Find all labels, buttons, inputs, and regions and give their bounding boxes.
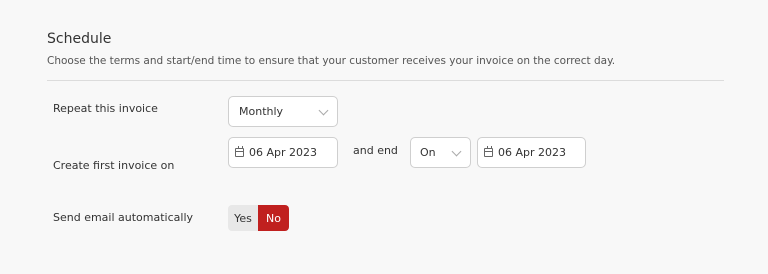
send-email-yes-button[interactable]: Yes (228, 205, 258, 231)
chevron-down-icon (318, 105, 329, 116)
end-date-value: 06 Apr 2023 (498, 146, 567, 159)
calendar-icon (484, 146, 493, 157)
send-email-label: Send email automatically (53, 211, 194, 224)
repeat-frequency-select[interactable]: Monthly (228, 96, 338, 127)
send-email-toggle: Yes No (228, 205, 289, 231)
calendar-icon (235, 146, 244, 157)
end-date-picker[interactable]: 06 Apr 2023 (477, 137, 586, 168)
section-divider (47, 80, 724, 81)
end-mode-value: On (420, 146, 436, 159)
start-date-value: 06 Apr 2023 (249, 146, 318, 159)
start-date-picker[interactable]: 06 Apr 2023 (228, 137, 338, 168)
create-first-invoice-label: Create first invoice on (53, 159, 175, 172)
schedule-subtitle: Choose the terms and start/end time to e… (47, 55, 616, 67)
repeat-frequency-value: Monthly (239, 105, 284, 118)
chevron-down-icon (451, 146, 462, 157)
end-mode-select[interactable]: On (410, 137, 471, 168)
and-end-label: and end (353, 144, 398, 157)
repeat-invoice-label: Repeat this invoice (53, 102, 158, 115)
send-email-no-button[interactable]: No (258, 205, 289, 231)
schedule-title: Schedule (47, 31, 112, 47)
